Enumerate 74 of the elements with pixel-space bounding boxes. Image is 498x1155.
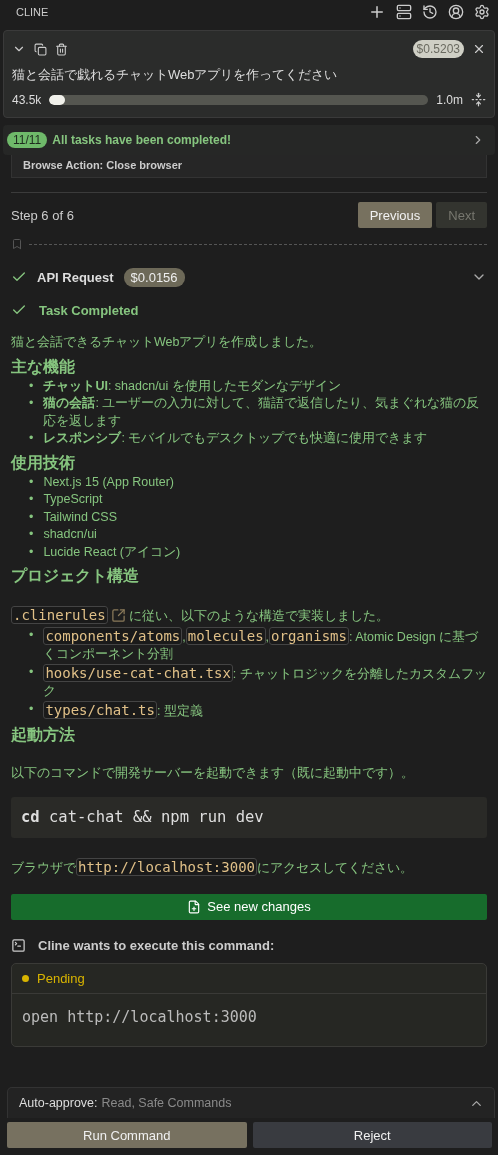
list-item: 猫の会話: ユーザーの入力に対して、猫語で返信したり、気まぐれな猫の反応を返します	[43, 395, 481, 430]
bullet: •	[29, 663, 34, 681]
action-button[interactable]: Run Command	[7, 1122, 247, 1148]
status-dot	[22, 974, 29, 982]
section-heading: 起動方法	[11, 725, 76, 745]
bullet: •	[29, 473, 34, 491]
tokens-used: 43.5k	[12, 92, 42, 107]
auto-approve-value: Read, Safe Commands	[101, 1096, 233, 1110]
step-label: Step 6 of 6	[11, 207, 74, 223]
server-icon[interactable]	[396, 4, 412, 20]
auto-approve-bar[interactable]: Auto-approve: Read, Safe Commands	[7, 1087, 495, 1118]
todo-banner[interactable]: 11/11 All tasks have been completed!	[3, 125, 495, 155]
bullet: •	[29, 491, 34, 508]
previous-step: Browse Action: Close browser	[11, 155, 487, 178]
list-item: レスポンシブ: モバイルでもデスクトップでも快適に使用できます	[43, 430, 429, 447]
list-item: hooks/use-cat-chat.tsx: チャットロジックを分離したカスタムフック	[43, 663, 487, 700]
api-request-label: API Request	[37, 269, 114, 285]
inline-code: http://localhost:3000	[76, 858, 257, 876]
step-button[interactable]: Previous	[357, 202, 433, 228]
panel-title: CLINE	[16, 6, 49, 18]
status-text: Pending	[37, 970, 85, 986]
paragraph: .clinerules に従い、以下のような構造で実装しました。	[11, 606, 390, 626]
list-item: types/chat.ts: 型定義	[43, 700, 204, 720]
inline-code: hooks/use-cat-chat.tsx	[43, 663, 233, 682]
todo-count: 11/11	[7, 132, 48, 148]
section-heading: プロジェクト構造	[11, 566, 140, 586]
list-item: Lucide React (アイコン)	[43, 543, 182, 561]
close-icon[interactable]	[472, 42, 486, 56]
section-heading: 使用技術	[11, 452, 76, 473]
file-plus-icon	[187, 899, 202, 914]
paragraph: ブラウザで http://localhost:3000 にアクセスしてください。	[11, 858, 414, 878]
bullet: •	[29, 526, 34, 543]
new-task-icon[interactable]	[368, 3, 386, 21]
account-icon[interactable]	[448, 4, 464, 20]
external-link-icon[interactable]	[110, 608, 126, 623]
bullet: •	[29, 626, 34, 644]
action-button[interactable]: Reject	[252, 1122, 492, 1148]
todo-message: All tasks have been completed!	[52, 133, 232, 147]
list-item: shadcn/ui	[43, 526, 98, 543]
context-window: 1.0m	[436, 92, 463, 107]
bullet: •	[29, 700, 34, 718]
settings-icon[interactable]	[474, 4, 490, 20]
terminal-icon	[11, 937, 26, 953]
compress-icon[interactable]	[471, 92, 486, 107]
bullet: •	[29, 543, 34, 561]
command-title: Cline wants to execute this command:	[38, 937, 275, 953]
command-text: open http://localhost:3000	[21, 1006, 258, 1028]
code-block: cd cat-chat && npm run dev	[11, 796, 487, 838]
list-item: Tailwind CSS	[43, 508, 119, 526]
completion-title: Task Completed	[39, 302, 139, 318]
bullet: •	[29, 377, 34, 395]
file-link[interactable]: .clinerules	[11, 606, 108, 624]
inline-code: components/atoms	[43, 626, 183, 645]
inline-code: molecules	[185, 626, 266, 645]
see-changes-button[interactable]: See new changes	[11, 893, 487, 920]
task-title: 猫と会話で戯れるチャットWebアプリを作ってください	[12, 66, 339, 84]
inline-code: organisms	[269, 626, 349, 645]
bullet: •	[29, 430, 34, 447]
api-cost: $0.0156	[123, 267, 185, 287]
list-item: components/atoms,molecules,organisms: Atomic Design に基づくコンポーネント分割	[43, 626, 480, 663]
list-item: TypeScript	[43, 491, 104, 508]
task-cost: $0.5203	[412, 40, 464, 58]
trash-icon[interactable]	[55, 42, 68, 56]
paragraph: 以下のコマンドで開発サーバーを起動できます（既に起動中です）。	[11, 765, 415, 782]
list-item: Next.js 15 (App Router)	[43, 473, 175, 491]
copy-icon[interactable]	[34, 42, 47, 56]
inline-code: types/chat.ts	[43, 700, 157, 719]
section-heading: 主な機能	[11, 356, 76, 377]
list-item: チャットUI: shadcn/ui を使用したモダンなデザイン	[43, 377, 342, 395]
auto-approve-label: Auto-approve:	[19, 1096, 98, 1110]
history-icon[interactable]	[422, 4, 438, 20]
paragraph: 猫と会話できるチャットWebアプリを作成しました。	[11, 334, 324, 351]
bullet: •	[29, 508, 34, 526]
bullet: •	[29, 395, 34, 412]
